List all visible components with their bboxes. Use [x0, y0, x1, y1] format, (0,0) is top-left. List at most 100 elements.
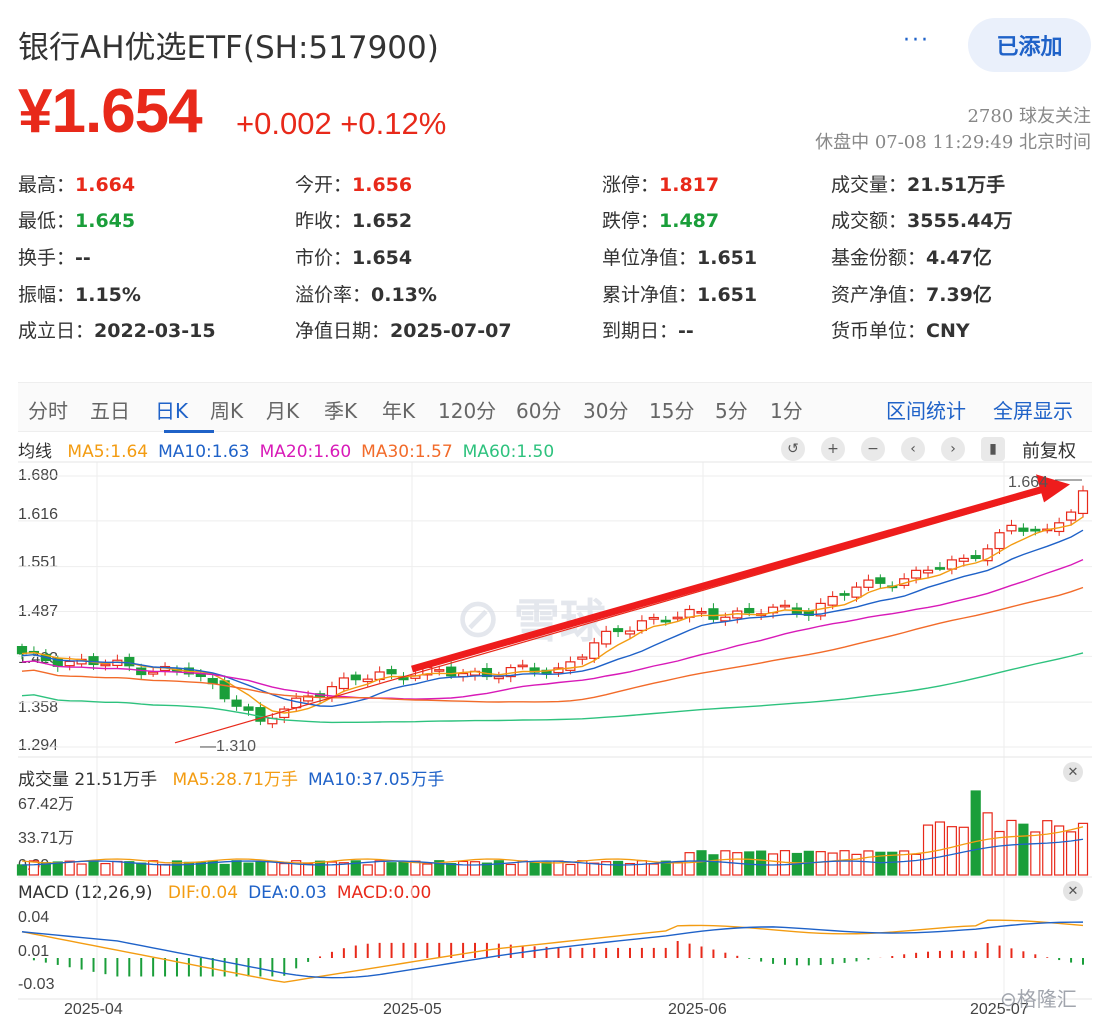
range-stats-button[interactable]: 区间统计	[886, 395, 966, 424]
candle-body	[708, 608, 719, 620]
candle-body	[970, 555, 981, 559]
stat-label: 货币单位：	[831, 320, 927, 342]
candle-body	[911, 569, 922, 579]
close-macd-icon[interactable]: ✕	[1063, 881, 1083, 901]
price-tick-label: 1.487	[18, 603, 59, 620]
market-status: 休盘中 07-08 11:29:49 北京时间	[815, 132, 1091, 153]
tab-12[interactable]: 1分	[770, 395, 803, 424]
candle-body	[922, 569, 934, 574]
volume-bar	[827, 852, 838, 876]
stat-item: 成交额：3555.44万	[831, 206, 1013, 233]
candle-body	[267, 717, 278, 725]
stat-value: 1.654	[352, 247, 413, 269]
volume-bar	[982, 812, 993, 876]
candle-body	[326, 686, 338, 698]
volume-bar	[767, 853, 779, 876]
price-tick-label: 1.551	[18, 554, 59, 571]
zoom-in-icon[interactable]: +	[821, 437, 845, 461]
volume-bar	[720, 850, 731, 876]
candle-type-icon[interactable]: ▮	[981, 437, 1005, 461]
candle-body	[112, 659, 123, 667]
legend-item: MA10:37.05万手	[308, 770, 445, 790]
candle-body	[88, 656, 99, 666]
date-tick-label: 2025-06	[668, 1001, 727, 1018]
low-marker: —1.310	[200, 738, 256, 755]
added-watchlist-button[interactable]: 已添加	[968, 18, 1091, 72]
tab-8[interactable]: 60分	[516, 395, 561, 424]
candle-body	[756, 613, 767, 616]
candle-body	[946, 559, 957, 570]
volume-bar	[219, 863, 230, 876]
stat-item: 溢价率：0.13%	[295, 280, 437, 307]
followers-count[interactable]: 2780 球友关注	[967, 102, 1091, 128]
volume-bar	[791, 852, 802, 876]
macd-legend-label: MACD (12,26,9)	[18, 883, 153, 903]
tab-9[interactable]: 30分	[583, 395, 628, 424]
volume-bar	[148, 860, 159, 876]
volume-bar	[124, 861, 135, 876]
chevron-left-icon[interactable]: ‹	[901, 437, 925, 461]
tab-1[interactable]: 五日	[90, 395, 130, 424]
tab-3[interactable]: 周K	[210, 395, 243, 424]
volume-bar	[994, 830, 1005, 876]
candle-body	[422, 666, 433, 676]
reset-icon[interactable]: ↺	[781, 437, 805, 461]
candle-body	[1065, 511, 1077, 521]
chevron-right-icon[interactable]: ›	[941, 437, 965, 461]
stat-label: 市价：	[295, 247, 353, 269]
candle-body	[541, 669, 552, 674]
candle-body	[207, 678, 218, 685]
candle-body	[350, 674, 361, 681]
volume-bar	[398, 861, 409, 876]
volume-bar	[577, 860, 588, 876]
volume-bar	[231, 860, 242, 876]
candle-body	[624, 630, 636, 635]
candle-body	[517, 664, 528, 668]
macd-legend: MACD (12,26,9) DIF:0.04 DEA:0.03 MACD:0.00	[18, 883, 451, 903]
volume-bar	[958, 826, 969, 876]
macd-dea-line	[21, 921, 1084, 979]
volume-bar	[565, 863, 576, 876]
candle-body	[291, 697, 302, 709]
ma-line-1	[21, 516, 1084, 714]
candle-body	[481, 667, 493, 678]
stat-label: 成立日：	[18, 320, 95, 342]
tab-10[interactable]: 15分	[649, 395, 694, 424]
legend-item: DIF:0.04	[167, 883, 239, 903]
ma-line-3	[21, 558, 1084, 700]
volume-bar	[422, 863, 433, 876]
volume-bar	[648, 863, 659, 876]
candle-body	[863, 579, 874, 588]
tab-7[interactable]: 120分	[438, 395, 496, 424]
tab-4[interactable]: 月K	[266, 395, 299, 424]
tab-5[interactable]: 季K	[324, 395, 357, 424]
candle-body	[374, 671, 385, 681]
period-tabs: 分时 五日 日K 周K 月K 季K 年K 120分 60分 30分 15分 5分 1分 区间统计 全屏显…	[18, 382, 1092, 433]
stat-value: 2022-03-15	[94, 320, 216, 342]
price-change: +0.002 +0.12%	[236, 106, 447, 141]
current-price: ¥1.654	[18, 77, 203, 146]
volume-bar	[732, 852, 743, 876]
tab-0[interactable]: 分时	[28, 395, 68, 424]
close-volume-icon[interactable]: ✕	[1063, 762, 1083, 782]
volume-bar	[350, 860, 361, 876]
volume-bar	[660, 860, 671, 876]
stat-label: 净值日期：	[295, 320, 391, 342]
adjust-price-selector[interactable]: 前复权	[1022, 437, 1076, 463]
volume-bar	[52, 861, 63, 876]
candle-body	[744, 607, 755, 614]
tab-6[interactable]: 年K	[382, 395, 415, 424]
more-options-button[interactable]: ···	[903, 28, 930, 53]
macd-tick-label: -0.03	[18, 976, 55, 993]
fullscreen-button[interactable]: 全屏显示	[993, 395, 1073, 424]
tab-11[interactable]: 5分	[715, 395, 748, 424]
candle-body	[136, 667, 147, 676]
volume-bar	[589, 862, 600, 876]
zoom-out-icon[interactable]: −	[861, 437, 885, 461]
tab-2[interactable]: 日K	[155, 395, 188, 424]
candle-body	[243, 706, 254, 711]
candle-body	[159, 665, 171, 672]
candle-body	[648, 616, 659, 620]
stat-value: 1.817	[659, 174, 720, 196]
candle-body	[827, 595, 838, 606]
